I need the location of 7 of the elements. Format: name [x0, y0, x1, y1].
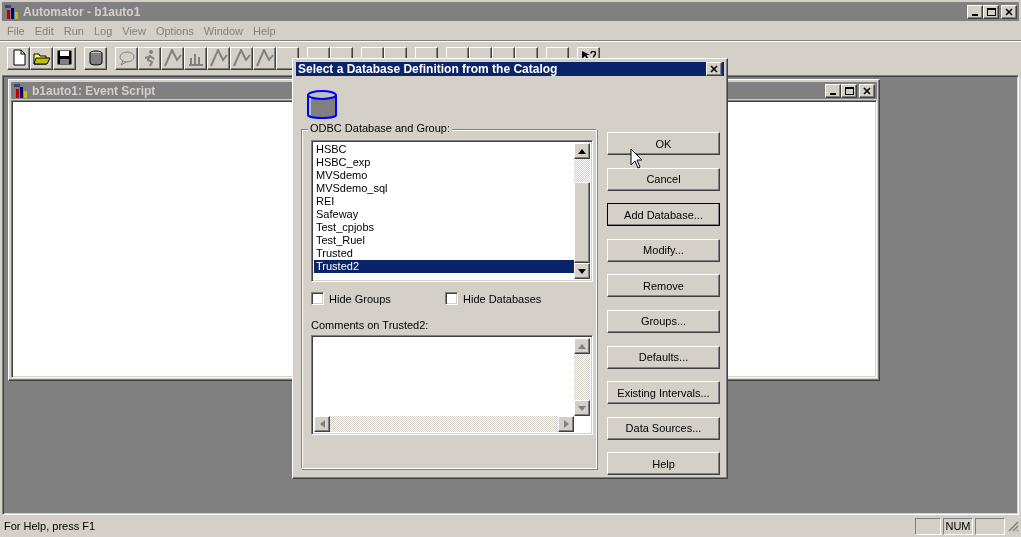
dialog-title: Select a Database Definition from the Catalog: [298, 62, 559, 76]
group-label: ODBC Database and Group:: [308, 122, 453, 134]
app-title: Automator - b1auto1: [23, 4, 142, 19]
num-lock-indicator: NUM: [943, 517, 973, 535]
child-window-title: b1auto1: Event Script: [32, 83, 157, 98]
comments-label: Comments on Trusted2:: [311, 319, 430, 331]
status-text: For Help, press F1: [4, 520, 97, 532]
